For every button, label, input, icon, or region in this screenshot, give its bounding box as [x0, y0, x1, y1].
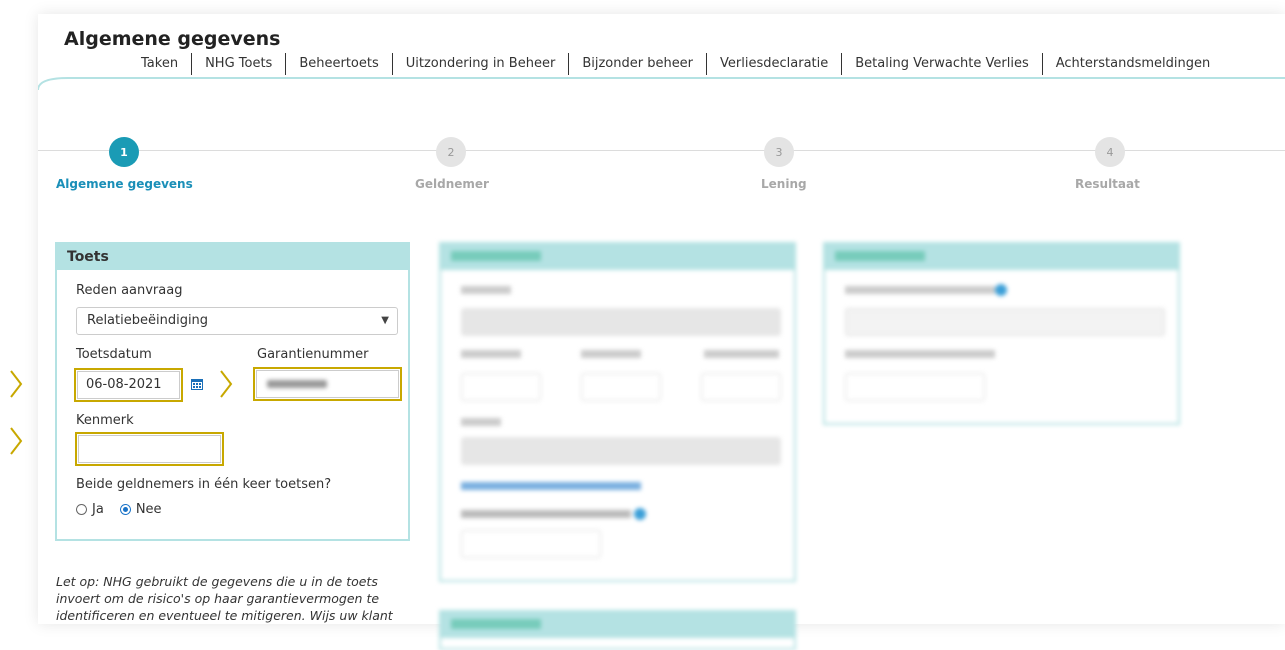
radio-nee[interactable] — [119, 504, 131, 515]
step-4-label: Resultaat — [1075, 177, 1140, 191]
step-3-number: 3 — [775, 145, 783, 159]
reden-aanvraag-label: Reden aanvraag — [76, 283, 183, 298]
privacy-note: Let op: NHG gebruikt de gegevens die u i… — [56, 574, 393, 623]
step-3-label: Lening — [761, 177, 807, 191]
step-1-circle[interactable]: 1 — [109, 137, 139, 167]
step-4-circle[interactable]: 4 — [1095, 137, 1125, 167]
header-divider-curve — [38, 77, 1285, 91]
blurred-label — [461, 510, 631, 518]
toets-panel-title: Toets — [57, 244, 408, 270]
calendar-icon[interactable] — [191, 378, 203, 390]
kenmerk-label: Kenmerk — [76, 413, 134, 428]
marktwaarde-panel-title — [441, 612, 794, 638]
arrow-right-icon — [220, 370, 233, 398]
blurred-field — [461, 308, 781, 336]
step-2-label: Geldnemer — [415, 177, 489, 191]
blurred-field — [581, 373, 661, 401]
page-title: Algemene gegevens — [64, 28, 281, 50]
step-4-number: 4 — [1106, 145, 1114, 159]
blurred-label — [461, 418, 501, 426]
blurred-field — [701, 373, 781, 401]
radio-ja-label: Ja — [92, 502, 104, 517]
blurred-label — [461, 350, 521, 358]
beide-geldnemers-label: Beide geldnemers in één keer toetsen? — [76, 477, 332, 492]
blurred-field — [845, 308, 1165, 336]
info-icon — [995, 284, 1007, 296]
garantienummer-label: Garantienummer — [257, 347, 369, 362]
garantienummer-input[interactable] — [253, 367, 402, 401]
blurred-field — [461, 373, 541, 401]
blurred-label — [461, 286, 511, 294]
step-1-number: 1 — [120, 145, 128, 159]
marktwaarde-panel — [439, 610, 796, 650]
redacted-value — [267, 380, 327, 388]
chevron-down-icon: ▼ — [381, 315, 389, 326]
blurred-label — [581, 350, 641, 358]
step-1-label: Algemene gegevens — [56, 177, 193, 191]
reden-aanvraag-select[interactable]: Relatiebeëindiging ▼ — [76, 307, 398, 335]
beide-geldnemers-radio-group: Ja Nee — [76, 502, 162, 517]
radio-nee-label: Nee — [135, 502, 162, 517]
toetsdatum-label: Toetsdatum — [76, 347, 152, 362]
kenmerk-input[interactable] — [75, 432, 224, 466]
toetsdatum-value: 06-08-2021 — [86, 377, 162, 392]
huishouden-fields — [823, 242, 1180, 425]
onderpand-fields — [439, 242, 796, 582]
arrow-right-icon — [10, 427, 23, 455]
arrow-right-icon — [10, 370, 23, 398]
blurred-label — [704, 350, 779, 358]
blurred-field — [461, 437, 781, 465]
toetsdatum-input[interactable]: 06-08-2021 — [74, 368, 183, 402]
step-3-circle[interactable]: 3 — [764, 137, 794, 167]
blurred-field — [845, 373, 985, 401]
info-icon — [634, 508, 646, 520]
blurred-label — [845, 286, 995, 294]
blurred-field — [461, 530, 601, 558]
step-2-circle[interactable]: 2 — [436, 137, 466, 167]
reden-aanvraag-value: Relatiebeëindiging — [87, 313, 209, 328]
blurred-link — [461, 482, 641, 490]
radio-ja[interactable] — [76, 504, 87, 515]
step-2-number: 2 — [447, 145, 455, 159]
blurred-label — [845, 350, 995, 358]
